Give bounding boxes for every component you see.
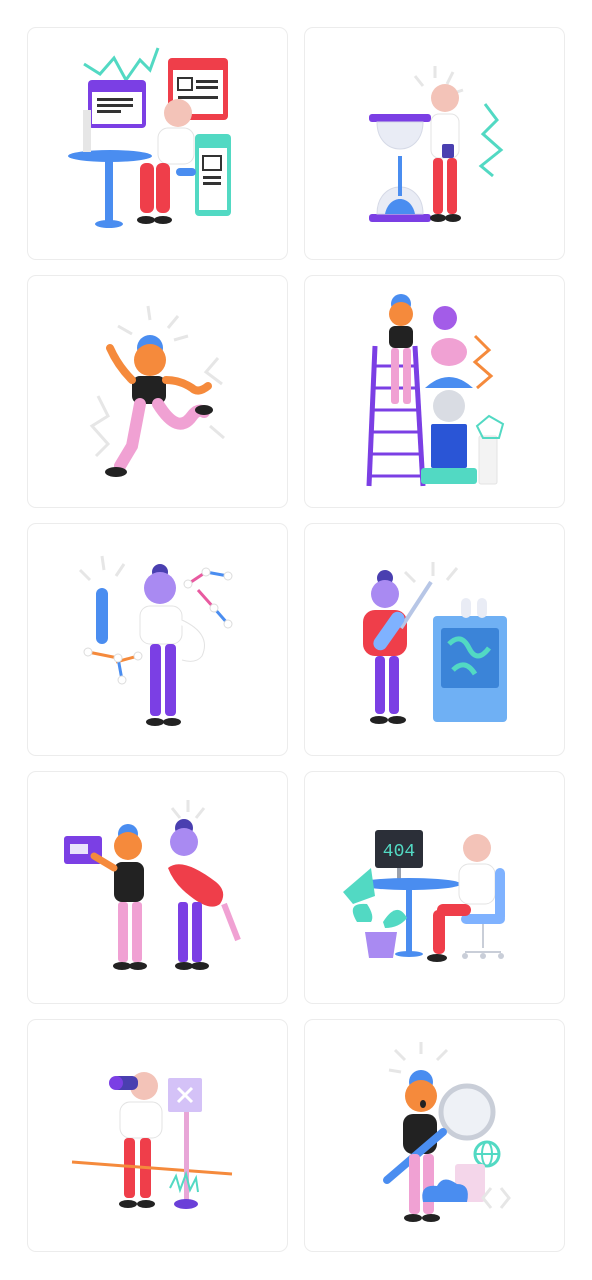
illustration-card-3[interactable]: [27, 275, 288, 508]
person-with-syringe-illustration: [363, 562, 507, 724]
illustration-card-5[interactable]: [27, 523, 288, 756]
illustration-card-8[interactable]: 404: [304, 771, 565, 1004]
illustration-card-9[interactable]: [27, 1019, 288, 1252]
person-beside-hourglass-illustration: [369, 66, 504, 222]
person-at-desk-illustration: [68, 47, 231, 228]
illustration-card-1[interactable]: [27, 27, 288, 260]
ladder-stacking-illustration: [366, 294, 505, 487]
illustration-card-10[interactable]: [304, 1019, 565, 1252]
person-with-test-tube-illustration: [78, 555, 233, 726]
illustration-card-2[interactable]: [304, 27, 565, 260]
illustration-card-6[interactable]: [304, 523, 565, 756]
desk-404-illustration: 404: [343, 830, 505, 962]
illustration-card-4[interactable]: [304, 275, 565, 508]
dancing-person-illustration: [89, 305, 225, 477]
magnifying-glass-illustration: [383, 1042, 511, 1222]
binoculars-illustration: [71, 1072, 233, 1209]
illustration-card-7[interactable]: [27, 771, 288, 1004]
illustration-gallery: 404: [27, 27, 565, 1252]
two-people-illustration: [64, 800, 241, 970]
error-404-text: 404: [383, 842, 415, 862]
